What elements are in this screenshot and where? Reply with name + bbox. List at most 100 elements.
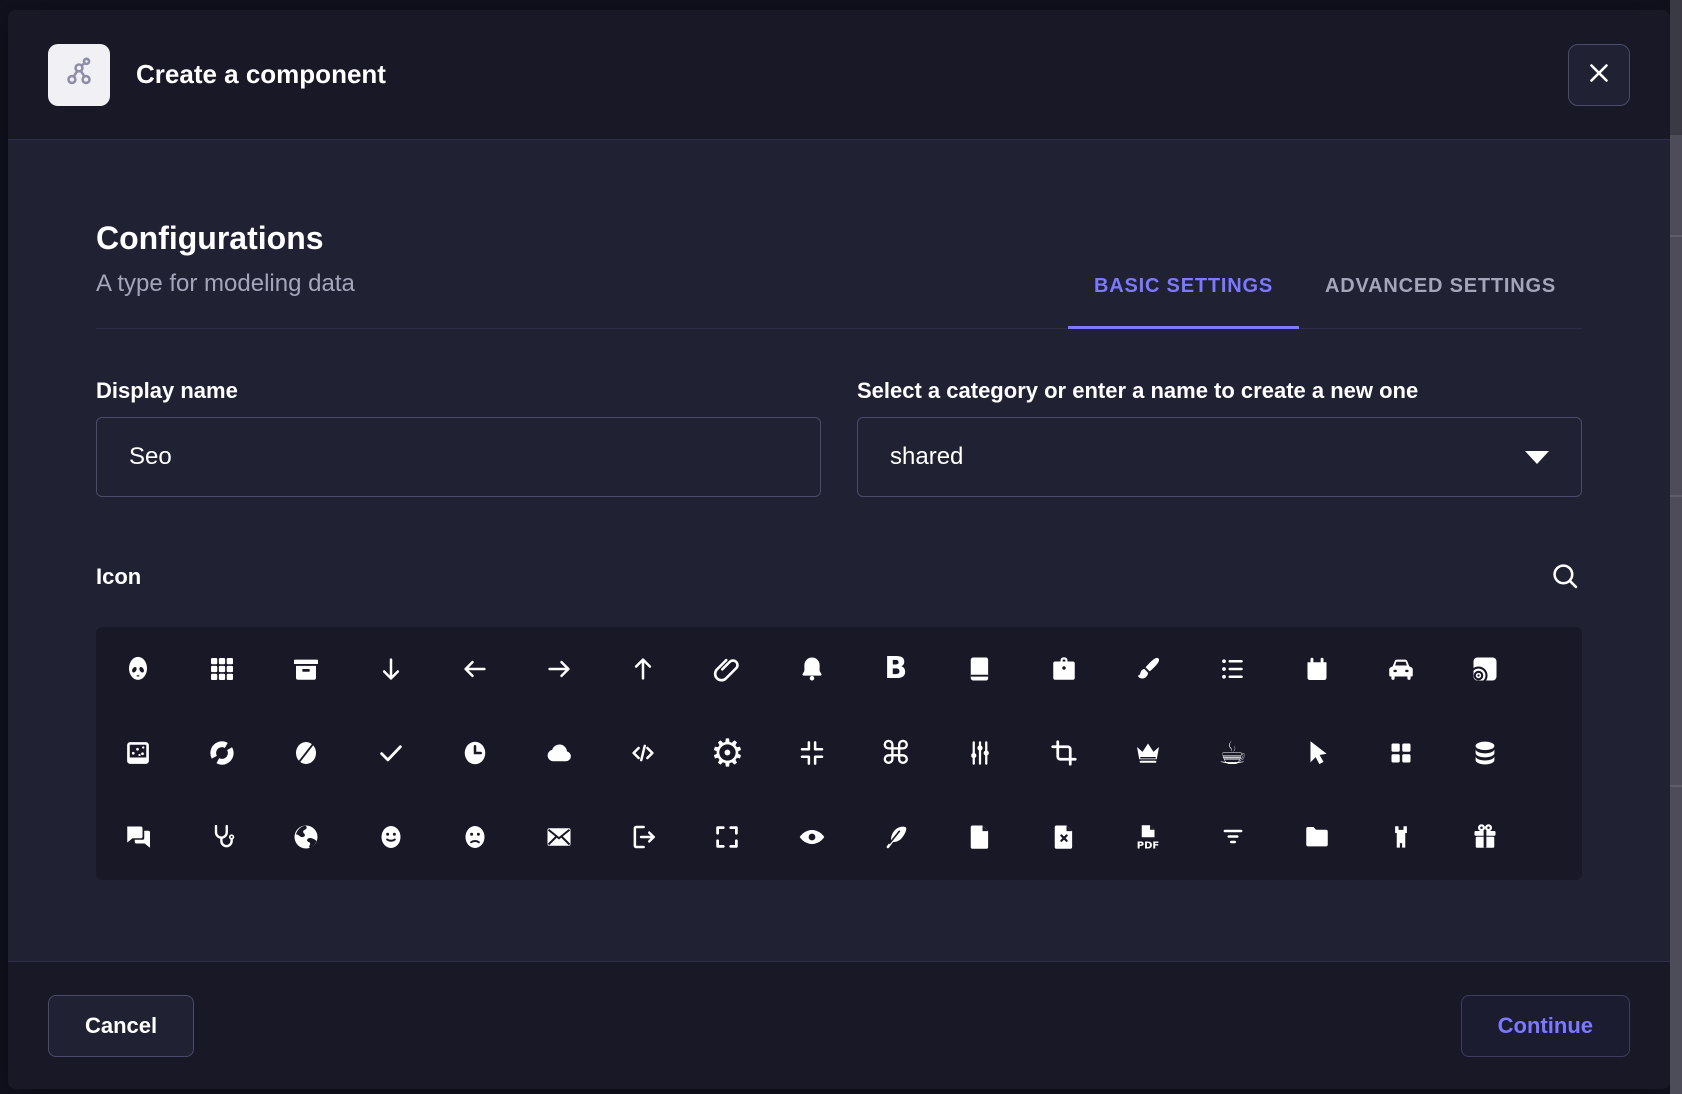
attachment-icon: [712, 654, 742, 684]
exit-icon: [628, 822, 658, 852]
icon-option-emotion-happy[interactable]: [360, 806, 422, 868]
icon-option-car[interactable]: [1370, 638, 1432, 700]
modal-header: Create a component: [8, 10, 1670, 140]
icon-option-crown[interactable]: [1117, 722, 1179, 784]
icon-option-arrow-up[interactable]: [612, 638, 674, 700]
icon-option-archive[interactable]: [275, 638, 337, 700]
icon-option-brush[interactable]: [1117, 638, 1179, 700]
icon-option-alien[interactable]: [107, 638, 169, 700]
folder-icon: [1302, 822, 1332, 852]
background-scrollbar-segment: [1670, 0, 1682, 135]
icon-option-cloud[interactable]: [528, 722, 590, 784]
icon-option-check[interactable]: [360, 722, 422, 784]
icon-option-expand[interactable]: [696, 806, 758, 868]
icon-option-gate[interactable]: [1370, 806, 1432, 868]
chart-pie-icon: [291, 738, 321, 768]
page-subtitle: A type for modeling data: [96, 268, 355, 300]
modal-footer: Cancel Continue: [8, 961, 1670, 1089]
icon-search-button[interactable]: [1548, 560, 1582, 594]
divider: [1670, 785, 1682, 787]
icon-option-collapse[interactable]: [781, 722, 843, 784]
icon-option-feather[interactable]: [865, 806, 927, 868]
icon-option-command[interactable]: ⌘: [865, 722, 927, 784]
chevron-down-icon: [1525, 451, 1549, 464]
icon-picker-header: Icon: [96, 561, 1582, 593]
icon-option-arrow-left[interactable]: [444, 638, 506, 700]
dashboard-icon: [1386, 738, 1416, 768]
crop-icon: [1049, 738, 1079, 768]
icon-option-earth[interactable]: [275, 806, 337, 868]
icon-option-cast[interactable]: [1454, 638, 1516, 700]
icon-option-chart-pie[interactable]: [275, 722, 337, 784]
arrow-left-icon: [460, 654, 490, 684]
filter-icon: [1218, 822, 1248, 852]
icon-option-file-error[interactable]: [1033, 806, 1095, 868]
icon-option-cursor[interactable]: [1286, 722, 1348, 784]
icon-option-attachment[interactable]: [696, 638, 758, 700]
icon-option-eye[interactable]: [781, 806, 843, 868]
icon-option-doctor[interactable]: [191, 806, 253, 868]
icon-option-gift[interactable]: [1454, 806, 1516, 868]
briefcase-icon: [1049, 654, 1079, 684]
svg-text:PDF: PDF: [1137, 840, 1159, 851]
arrow-up-icon: [628, 654, 658, 684]
tab-basic-settings[interactable]: BASIC SETTINGS: [1068, 275, 1299, 328]
icon-option-code[interactable]: [612, 722, 674, 784]
database-icon: [1470, 738, 1500, 768]
icon-option-folder[interactable]: [1286, 806, 1348, 868]
section-titles: Configurations A type for modeling data: [96, 216, 355, 328]
tab-advanced-settings[interactable]: ADVANCED SETTINGS: [1299, 275, 1582, 328]
icon-picker-label: Icon: [96, 564, 141, 590]
calendar-icon: [1302, 654, 1332, 684]
display-name-field: Display name: [96, 377, 821, 497]
icon-option-book[interactable]: [949, 638, 1011, 700]
icon-option-crop[interactable]: [1033, 722, 1095, 784]
category-field: Select a category or enter a name to cre…: [857, 377, 1582, 497]
emotion-unhappy-icon: [460, 822, 490, 852]
icon-option-clock[interactable]: [444, 722, 506, 784]
icon-option-bell[interactable]: [781, 638, 843, 700]
icon-option-database[interactable]: [1454, 722, 1516, 784]
book-icon: [965, 654, 995, 684]
display-name-input[interactable]: [96, 417, 821, 497]
icon-option-chart-circle[interactable]: [191, 722, 253, 784]
icon-option-emotion-unhappy[interactable]: [444, 806, 506, 868]
icon-option-bold[interactable]: B: [865, 638, 927, 700]
icon-option-cup[interactable]: ☕: [1202, 722, 1264, 784]
page-title: Configurations: [96, 216, 355, 260]
icon-option-file[interactable]: [949, 806, 1011, 868]
icon-option-cog[interactable]: ⚙: [696, 722, 758, 784]
connector-icon: [965, 738, 995, 768]
cup-icon: ☕: [1218, 737, 1247, 769]
continue-button[interactable]: Continue: [1461, 995, 1630, 1057]
cursor-icon: [1302, 738, 1332, 768]
file-error-icon: [1049, 822, 1079, 852]
close-icon: [1584, 58, 1614, 91]
icon-option-arrow-right[interactable]: [528, 638, 590, 700]
bell-icon: [797, 654, 827, 684]
icon-option-bullet-list[interactable]: [1202, 638, 1264, 700]
icon-option-arrow-down[interactable]: [360, 638, 422, 700]
archive-icon: [291, 654, 321, 684]
icon-option-connector[interactable]: [949, 722, 1011, 784]
icon-option-dashboard[interactable]: [1370, 722, 1432, 784]
divider: [1670, 495, 1682, 497]
check-icon: [376, 738, 406, 768]
icon-option-briefcase[interactable]: [1033, 638, 1095, 700]
icon-option-exit[interactable]: [612, 806, 674, 868]
icon-option-apps[interactable]: [191, 638, 253, 700]
divider: [1670, 235, 1682, 237]
icon-option-filter[interactable]: [1202, 806, 1264, 868]
category-select[interactable]: shared: [857, 417, 1582, 497]
discuss-icon: [123, 822, 153, 852]
icon-option-chart-bubble[interactable]: [107, 722, 169, 784]
background-scrollbar[interactable]: [1670, 0, 1682, 1094]
icon-option-envelop[interactable]: [528, 806, 590, 868]
icon-option-discuss[interactable]: [107, 806, 169, 868]
display-name-label: Display name: [96, 377, 821, 405]
alien-icon: [123, 654, 153, 684]
icon-option-file-pdf[interactable]: PDF: [1117, 806, 1179, 868]
icon-option-calendar[interactable]: [1286, 638, 1348, 700]
cancel-button[interactable]: Cancel: [48, 995, 194, 1057]
close-button[interactable]: [1568, 44, 1630, 106]
